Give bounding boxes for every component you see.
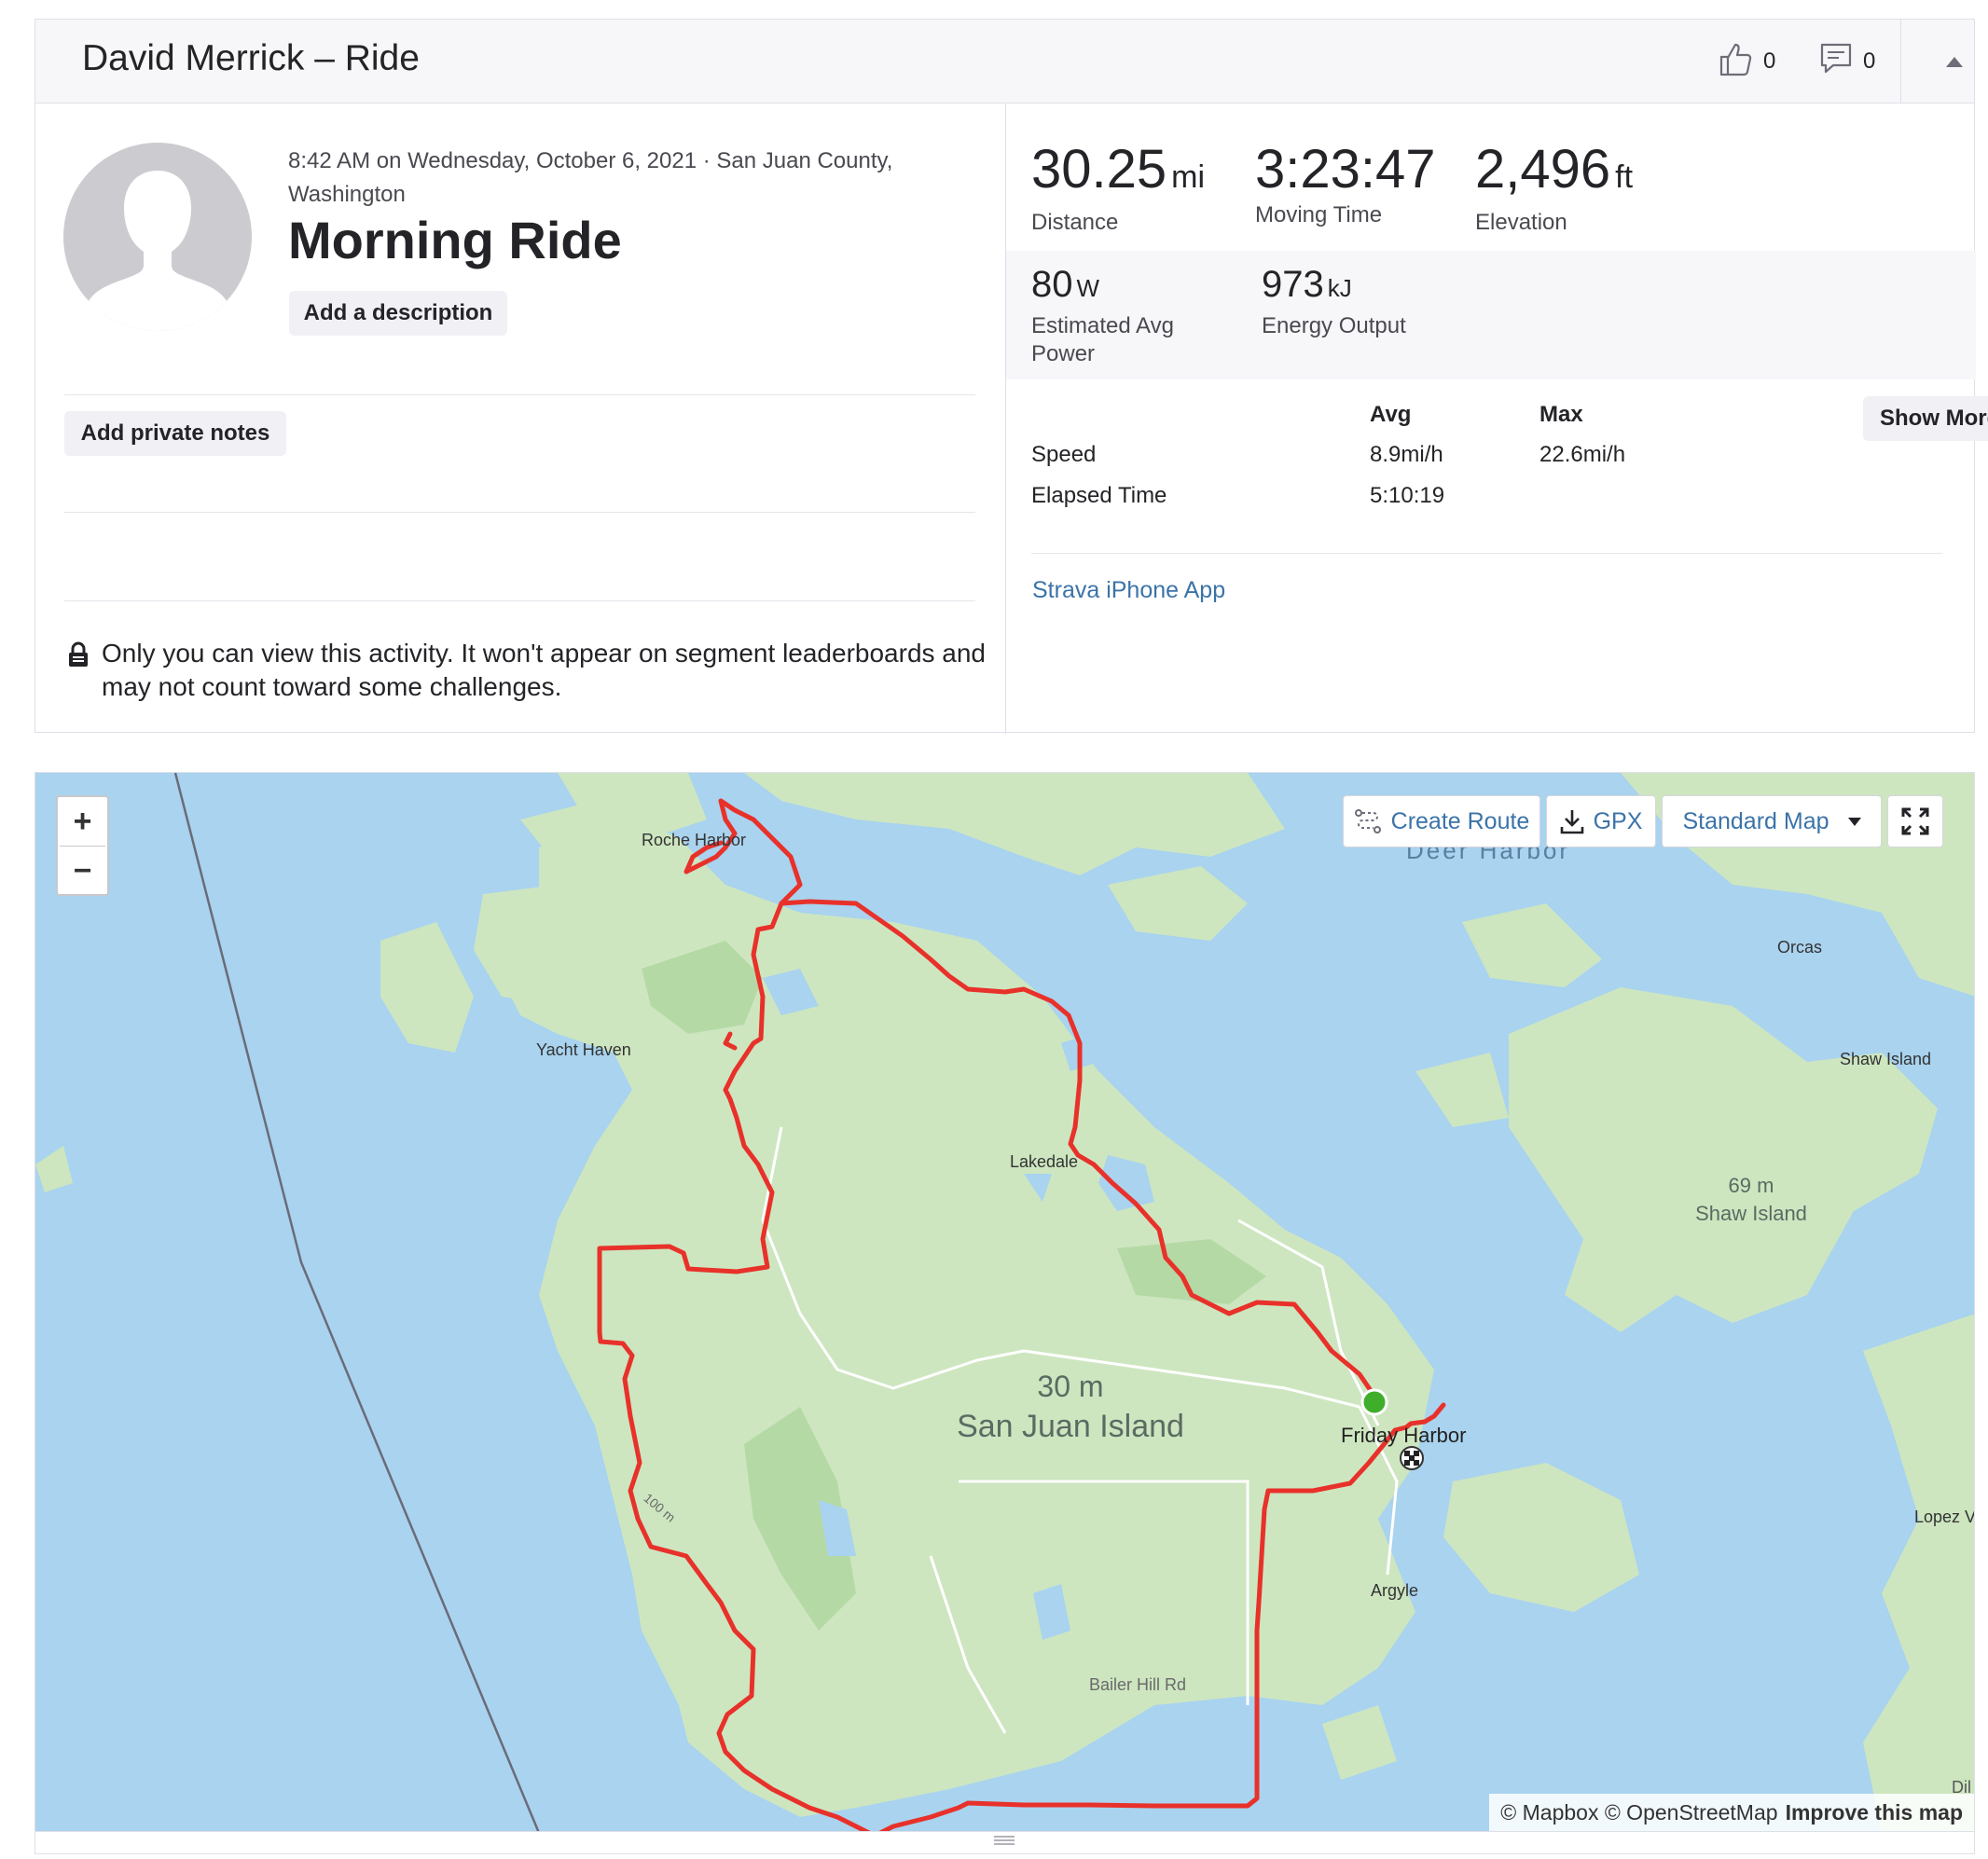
stat-label: Energy Output [1262, 313, 1406, 338]
label-san-juan-island: San Juan Island [957, 1409, 1184, 1444]
label-lakedale: Lakedale [1010, 1152, 1079, 1171]
activity-name[interactable]: Morning Ride [288, 210, 622, 270]
col-max: Max [1539, 402, 1583, 427]
create-route-button[interactable]: Create Route [1343, 795, 1540, 847]
attribution-mapbox[interactable]: © Mapbox [1500, 1800, 1598, 1825]
expand-icon [1901, 807, 1929, 835]
label-orcas: Orcas [1777, 938, 1823, 957]
route-map[interactable]: Roche Harbor Deer Harbor Orcas Yacht Hav… [35, 772, 1975, 1832]
kudos-button[interactable]: 0 [1719, 42, 1775, 81]
route-icon [1354, 809, 1381, 833]
stat-energy: 973 kJ Energy Output [1262, 262, 1448, 340]
caret-down-icon [1847, 817, 1861, 826]
divider [64, 394, 975, 395]
row-elapsed-avg: 5:10:19 [1370, 483, 1445, 508]
create-route-label: Create Route [1390, 807, 1530, 834]
show-more-button[interactable]: Show More [1863, 396, 1988, 441]
kudos-count: 0 [1763, 48, 1776, 74]
chevron-up-icon [1946, 57, 1963, 67]
map-type-select[interactable]: Standard Map [1662, 795, 1882, 847]
page-title: David Merrick – Ride [82, 38, 420, 78]
stat-avg-power: 80 W Estimated Avg Power [1031, 262, 1218, 368]
comment-icon [1820, 42, 1852, 82]
stat-label: Elevation [1475, 210, 1567, 235]
card-header: David Merrick – Ride 0 0 [35, 20, 1974, 103]
activity-datetime: 8:42 AM on Wednesday, October 6, 2021 · … [288, 148, 893, 207]
map-canvas[interactable] [35, 773, 1975, 1832]
row-speed-max: 22.6mi/h [1539, 442, 1626, 467]
map-type-label: Standard Map [1682, 807, 1829, 834]
activity-summary: 8:42 AM on Wednesday, October 6, 2021 · … [35, 103, 1005, 734]
privacy-notice: Only you can view this activity. It won'… [68, 637, 1001, 704]
stat-value: 3:23:47 [1255, 139, 1436, 200]
zoom-control: + − [56, 795, 109, 896]
row-elapsed-label: Elapsed Time [1031, 483, 1167, 508]
zoom-in-button[interactable]: + [58, 797, 107, 846]
stat-value: 30.25 mi [1031, 139, 1206, 200]
add-description-button[interactable]: Add a description [289, 291, 507, 336]
activity-stats: 30.25 mi Distance 3:23:47 Moving Time 2,4… [1006, 103, 1988, 734]
activity-card: David Merrick – Ride 0 0 8:42 AM on Wedn… [35, 19, 1988, 734]
improve-map-link[interactable]: Improve this map [1786, 1800, 1963, 1825]
label-lopez: Lopez V [1914, 1508, 1975, 1526]
col-avg: Avg [1370, 402, 1412, 427]
zoom-out-button[interactable]: − [58, 847, 107, 895]
comments-button[interactable]: 0 [1820, 42, 1875, 81]
label-roche-harbor: Roche Harbor [642, 831, 747, 849]
row-speed-avg: 8.9mi/h [1370, 442, 1443, 467]
collapse-button[interactable] [1942, 49, 1967, 74]
label-yacht-haven: Yacht Haven [536, 1040, 631, 1059]
download-icon [1560, 810, 1583, 834]
stat-value: 2,496 ft [1475, 139, 1634, 200]
add-private-notes-button[interactable]: Add private notes [64, 411, 286, 456]
divider [64, 600, 975, 601]
map-resize-bar[interactable] [35, 1832, 1975, 1854]
stat-label: Estimated Avg Power [1031, 313, 1174, 366]
start-marker[interactable] [1360, 1388, 1388, 1416]
divider [64, 512, 975, 513]
stat-elevation: 2,496 ft Elevation [1475, 139, 1633, 236]
land [35, 773, 1974, 1831]
privacy-text: Only you can view this activity. It won'… [102, 639, 987, 701]
avatar[interactable] [63, 143, 252, 331]
label-argyle: Argyle [1371, 1581, 1419, 1600]
stat-distance: 30.25 mi Distance [1031, 139, 1205, 236]
label-shaw-elevation: 69 m [1728, 1174, 1774, 1197]
label-bailer-hill-rd: Bailer Hill Rd [1089, 1675, 1187, 1694]
label-shaw-island-small: Shaw Island [1840, 1050, 1932, 1068]
secondary-stats: 80 W Estimated Avg Power 973 kJ Energy Out… [1006, 251, 1976, 379]
finish-flag-icon[interactable] [1400, 1446, 1424, 1470]
stat-label: Distance [1031, 210, 1119, 235]
header-divider [1900, 20, 1901, 103]
comment-count: 0 [1863, 48, 1876, 74]
stat-label: Moving Time [1255, 202, 1383, 227]
label-sji-elevation: 30 m [1037, 1370, 1104, 1403]
lock-icon [68, 637, 89, 704]
map-attribution: © Mapbox © OpenStreetMap Improve this ma… [1489, 1794, 1974, 1831]
drag-handle-icon[interactable] [994, 1836, 1015, 1845]
stat-value: 973 kJ [1262, 264, 1352, 305]
stat-moving-time: 3:23:47 Moving Time [1255, 139, 1436, 228]
attribution-osm[interactable]: © OpenStreetMap [1605, 1800, 1778, 1825]
fullscreen-button[interactable] [1887, 795, 1943, 847]
gpx-button[interactable]: GPX [1546, 795, 1656, 847]
label-friday-harbor: Friday Harbor [1341, 1424, 1467, 1447]
user-silhouette-icon [82, 171, 233, 331]
thumbs-up-icon [1719, 41, 1752, 83]
label-shaw-island: Shaw Island [1695, 1202, 1807, 1225]
gpx-label: GPX [1593, 807, 1643, 834]
stat-value: 80 W [1031, 264, 1100, 305]
divider [1031, 553, 1942, 554]
row-speed-label: Speed [1031, 442, 1097, 467]
device-link[interactable]: Strava iPhone App [1032, 577, 1225, 604]
